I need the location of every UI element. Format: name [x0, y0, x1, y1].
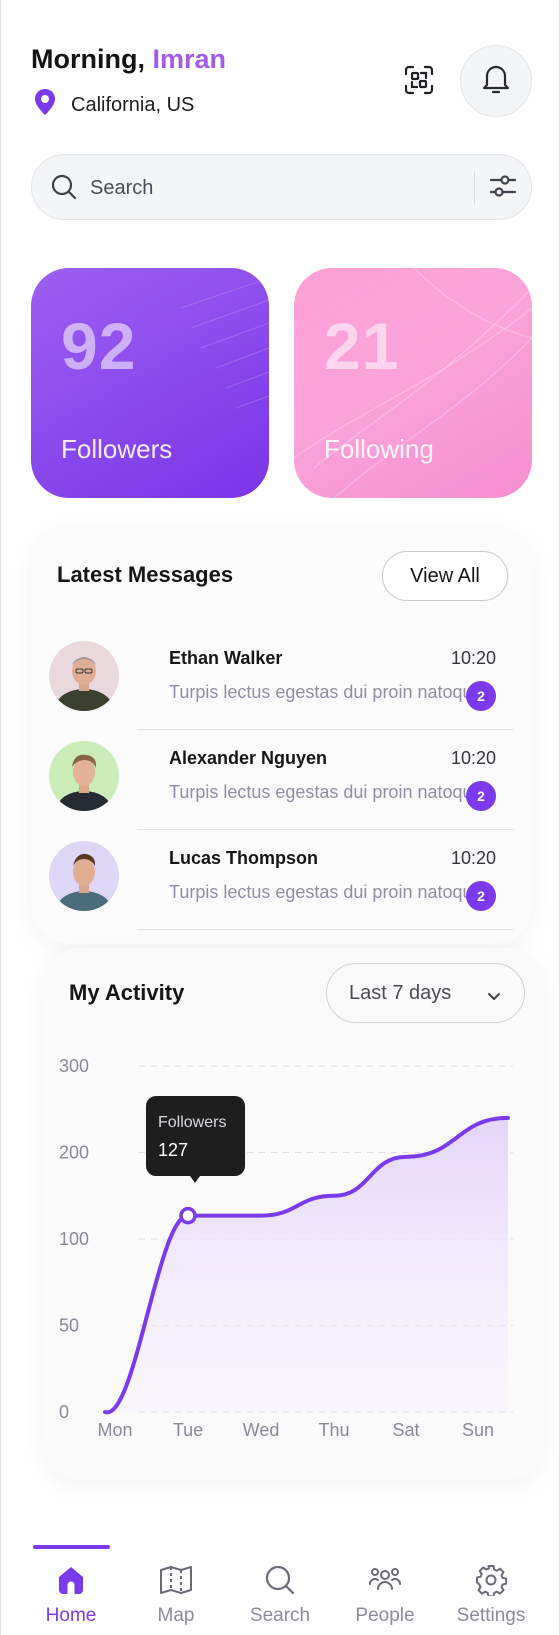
message-time: 10:20: [450, 748, 496, 768]
y-tick-label: 300: [59, 1056, 89, 1076]
location-text: California, US: [71, 93, 195, 116]
search-bar: [31, 154, 532, 220]
y-tick-label: 0: [59, 1402, 69, 1422]
x-tick-label: Thu: [318, 1420, 349, 1440]
qr-scan-button[interactable]: [399, 62, 439, 102]
activity-panel: My Activity Last 7 days 300 200 100 50 0 Mon…: [43, 948, 544, 1480]
user-name: Imran: [152, 44, 227, 74]
activity-chart: 300 200 100 50 0 Mon Tue Wed Thu Sat Sun Follower…: [59, 1056, 513, 1440]
x-tick-label: Mon: [97, 1420, 132, 1440]
contact-name: Lucas Thompson: [169, 848, 319, 868]
location[interactable]: California, US: [33, 88, 194, 122]
bell-icon: [481, 63, 511, 100]
message-row[interactable]: Ethan Walker Turpis lectus egestas dui p…: [49, 630, 514, 730]
y-tick-label: 100: [59, 1229, 89, 1249]
search-input[interactable]: [90, 169, 470, 207]
contact-name: Ethan Walker: [169, 648, 283, 668]
home-icon: [53, 1562, 89, 1598]
avatar: [49, 641, 119, 711]
following-card[interactable]: 21 Following: [294, 268, 532, 498]
row-divider: [137, 929, 514, 930]
followers-count: 92: [61, 309, 137, 383]
nav-label: Settings: [456, 1605, 526, 1626]
nav-item-people[interactable]: People: [335, 1560, 435, 1635]
x-tick-label: Sat: [392, 1420, 419, 1440]
nav-item-settings[interactable]: Settings: [441, 1560, 541, 1635]
message-time: 10:20: [450, 848, 496, 868]
search-divider: [474, 172, 475, 204]
map-pin-icon: [33, 88, 57, 122]
nav-item-home[interactable]: Home: [21, 1560, 121, 1635]
y-tick-label: 200: [59, 1143, 89, 1163]
message-preview: Turpis lectus egestas dui proin natoque: [169, 882, 483, 902]
highlight-point: [179, 1206, 197, 1225]
nav-label: Map: [157, 1605, 195, 1626]
sliders-icon: [489, 173, 517, 204]
qr-scan-icon: [404, 65, 434, 100]
x-tick-label: Sun: [462, 1420, 494, 1440]
avatar: [49, 741, 119, 811]
active-tab-indicator: [33, 1545, 110, 1549]
message-row[interactable]: Alexander Nguyen Turpis lectus egestas d…: [49, 730, 514, 830]
search-icon: [262, 1562, 298, 1598]
y-tick-label: 50: [59, 1316, 79, 1336]
followers-card[interactable]: 92 Followers: [31, 268, 269, 498]
latest-messages-panel: Latest Messages View All Ethan Walker Tu…: [31, 528, 532, 944]
nav-label: People: [355, 1605, 415, 1626]
nav-label: Home: [45, 1605, 97, 1626]
message-preview: Turpis lectus egestas dui proin natoque: [169, 782, 483, 802]
tooltip-pointer: [190, 1176, 200, 1183]
gear-icon: [473, 1562, 509, 1598]
nav-item-map[interactable]: Map: [126, 1560, 226, 1635]
message-time: 10:20: [450, 648, 496, 668]
unread-badge: 2: [466, 781, 496, 811]
nav-item-search[interactable]: Search: [230, 1560, 330, 1635]
followers-label: Followers: [61, 434, 173, 464]
tooltip-label: Followers: [158, 1114, 226, 1131]
messages-title: Latest Messages: [57, 562, 234, 587]
greeting-text: Morning,: [31, 44, 145, 74]
contact-name: Alexander Nguyen: [169, 748, 328, 768]
bottom-nav: Home Map Search People Settings: [1, 1560, 560, 1635]
search-icon: [50, 173, 78, 206]
avatar: [49, 841, 119, 911]
view-all-button[interactable]: View All: [382, 551, 508, 601]
nav-label: Search: [249, 1605, 311, 1626]
people-icon: [367, 1562, 403, 1598]
following-label: Following: [324, 434, 434, 464]
map-icon: [158, 1562, 194, 1598]
filter-button[interactable]: [486, 171, 520, 205]
notifications-button[interactable]: [460, 45, 532, 117]
greeting-title: Morning, Imran: [31, 44, 226, 75]
message-preview: Turpis lectus egestas dui proin natoque: [169, 682, 483, 702]
chart-tooltip: [146, 1096, 245, 1176]
message-row[interactable]: Lucas Thompson Turpis lectus egestas dui…: [49, 830, 514, 930]
tooltip-value: 127: [158, 1140, 188, 1160]
following-count: 21: [324, 309, 400, 383]
x-tick-label: Wed: [243, 1420, 280, 1440]
x-tick-label: Tue: [173, 1420, 203, 1440]
unread-badge: 2: [466, 681, 496, 711]
unread-badge: 2: [466, 881, 496, 911]
